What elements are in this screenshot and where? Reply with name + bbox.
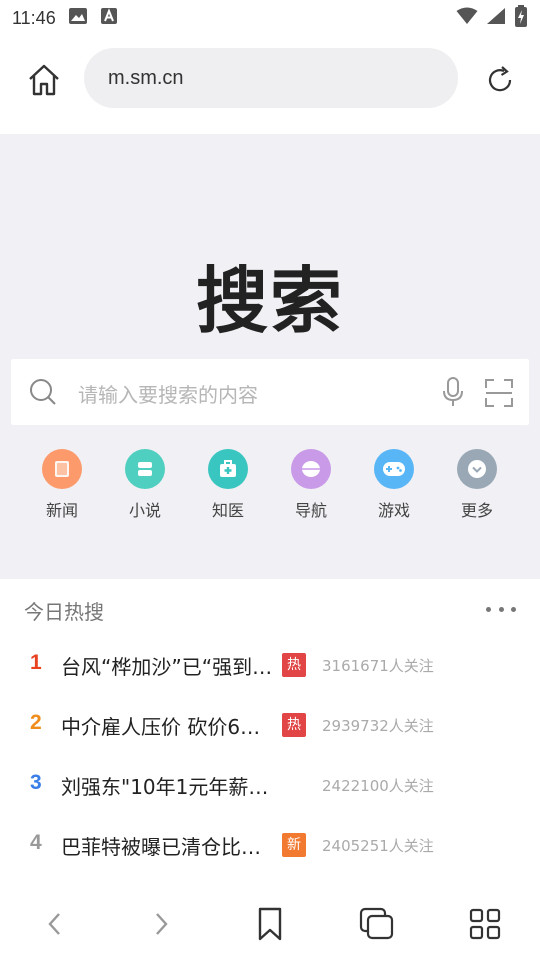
more-options-icon[interactable] <box>486 597 516 621</box>
hot-title: 中介雇人压价 砍价6… <box>61 715 261 739</box>
scan-icon[interactable] <box>485 379 513 407</box>
quick-link-game[interactable]: 游戏 <box>364 449 424 521</box>
home-button[interactable] <box>24 60 64 100</box>
hot-search-item[interactable]: 1 台风“桦加沙”已“强到… 热 3161671人关注 <box>0 635 540 695</box>
wifi-icon <box>456 7 478 30</box>
hot-search-item[interactable]: 2 中介雇人压价 砍价6… 热 2939732人关注 <box>0 695 540 755</box>
battery-charging-icon <box>514 4 528 32</box>
chevron-right-icon <box>156 913 168 935</box>
forward-button[interactable] <box>139 902 183 946</box>
tabs-button[interactable] <box>355 902 399 946</box>
novel-icon <box>125 449 165 489</box>
hot-badge: 热 <box>282 713 306 737</box>
hot-count: 2422100人关注 <box>322 777 434 795</box>
url-text: m.sm.cn <box>108 66 184 89</box>
hot-badge: 新 <box>282 833 306 857</box>
grid-icon <box>469 908 501 940</box>
quick-link-navigation[interactable]: 导航 <box>281 449 341 521</box>
quick-links: 新闻 小说 知医 导航 游戏 更多 <box>0 449 540 521</box>
hot-title: 台风“桦加沙”已“强到… <box>61 655 273 679</box>
hot-search-item[interactable]: 4 巴菲特被曝已清仓比… 新 2405251人关注 <box>0 815 540 875</box>
search-logo: 搜索 <box>195 259 344 343</box>
hot-title: 刘强东"10年1元年薪… <box>61 775 269 799</box>
reload-button[interactable] <box>480 60 520 100</box>
hot-rank: 1 <box>30 651 42 674</box>
game-icon <box>374 449 414 489</box>
search-input[interactable]: 请输入要搜索的内容 <box>78 379 258 408</box>
more-icon <box>457 449 497 489</box>
home-icon <box>29 64 59 96</box>
chevron-left-icon <box>48 913 60 935</box>
search-hero: 搜索 请输入要搜索的内容 新闻 小说 知医 导航 游戏 更多 <box>0 134 540 579</box>
quick-link-more[interactable]: 更多 <box>447 449 507 521</box>
hot-badge: 热 <box>282 653 306 677</box>
search-icon <box>30 379 56 405</box>
hot-search-title: 今日热搜 <box>24 600 104 624</box>
hot-rank: 2 <box>30 711 42 734</box>
bookmarks-button[interactable] <box>248 902 292 946</box>
news-icon <box>42 449 82 489</box>
navigation-icon <box>291 449 331 489</box>
url-field[interactable]: m.sm.cn <box>84 48 458 108</box>
address-bar: m.sm.cn <box>0 36 540 134</box>
quick-link-news[interactable]: 新闻 <box>32 449 92 521</box>
signal-icon <box>486 7 506 30</box>
hot-rank: 3 <box>30 771 42 794</box>
reload-icon <box>488 66 512 92</box>
mic-icon[interactable] <box>441 377 465 407</box>
status-time: 11:46 <box>12 7 56 28</box>
back-button[interactable] <box>33 902 77 946</box>
hot-title: 巴菲特被曝已清仓比… <box>61 835 261 859</box>
hot-search-section: 今日热搜 1 台风“桦加沙”已“强到… 热 3161671人关注 2 中介雇人压… <box>0 579 540 879</box>
bottom-toolbar <box>0 888 540 960</box>
menu-button[interactable] <box>463 902 507 946</box>
image-icon <box>68 7 88 30</box>
bookmark-icon <box>258 907 282 941</box>
hot-count: 2939732人关注 <box>322 717 434 735</box>
hot-count: 2405251人关注 <box>322 837 434 855</box>
hot-rank: 4 <box>30 831 42 854</box>
hot-count: 3161671人关注 <box>322 657 434 675</box>
quick-link-novel[interactable]: 小说 <box>115 449 175 521</box>
font-icon <box>100 7 118 30</box>
medical-icon <box>208 449 248 489</box>
tabs-icon <box>359 907 394 940</box>
hot-search-item[interactable]: 3 刘强东"10年1元年薪… 2422100人关注 <box>0 755 540 815</box>
quick-link-medical[interactable]: 知医 <box>198 449 258 521</box>
status-bar: 11:46 <box>0 0 540 36</box>
search-box[interactable]: 请输入要搜索的内容 <box>11 359 529 425</box>
